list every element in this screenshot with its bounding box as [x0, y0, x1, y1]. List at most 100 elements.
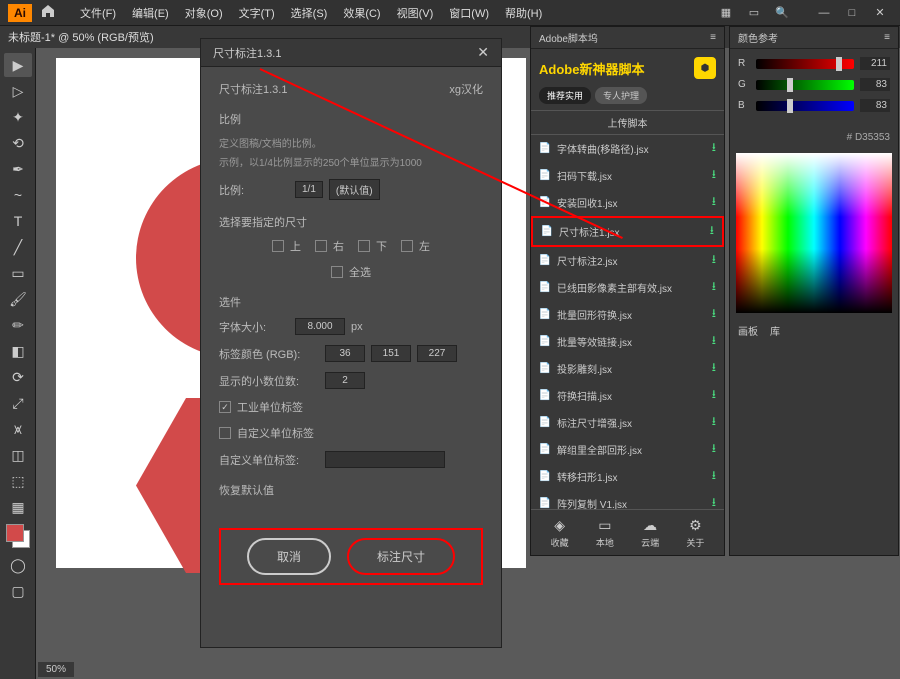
magic-wand-tool[interactable]: ✦ — [4, 105, 32, 129]
panel-menu-icon[interactable]: ≡ — [710, 32, 716, 43]
paintbrush-tool[interactable]: 🖌 — [4, 287, 32, 311]
script-item[interactable]: 📄扫码下载.jsx⭳ — [531, 162, 724, 189]
industrial-units-checkbox[interactable] — [219, 401, 231, 413]
script-item[interactable]: 📄字体转曲(移路径).jsx⭳ — [531, 135, 724, 162]
download-icon[interactable]: ⭳ — [712, 304, 716, 325]
ratio-default-select[interactable]: (默认值) — [329, 179, 380, 200]
r-slider[interactable] — [756, 59, 854, 69]
favorites-button[interactable]: ◈收藏 — [551, 516, 569, 549]
download-icon[interactable]: ⭳ — [712, 412, 716, 433]
g-slider[interactable] — [756, 80, 854, 90]
cancel-button[interactable]: 取消 — [247, 538, 331, 575]
download-icon[interactable]: ⭳ — [712, 331, 716, 352]
dialog-close-button[interactable]: ✕ — [477, 44, 489, 61]
dim-right-checkbox[interactable] — [315, 240, 327, 252]
scripts-tab-personal[interactable]: 专人护理 — [595, 87, 647, 104]
selection-tool[interactable]: ▶ — [4, 53, 32, 77]
script-item[interactable]: 📄标注尺寸增强.jsx⭳ — [531, 409, 724, 436]
menu-type[interactable]: 文字(T) — [231, 5, 283, 21]
scripts-list[interactable]: 📄字体转曲(移路径).jsx⭳📄扫码下载.jsx⭳📄安装回收1.jsx⭳📄尺寸标… — [531, 135, 724, 509]
shape-builder-tool[interactable]: ⬚ — [4, 469, 32, 493]
menu-view[interactable]: 视图(V) — [389, 5, 442, 21]
local-button[interactable]: ▭本地 — [596, 516, 614, 549]
script-item[interactable]: 📄批量回形符换.jsx⭳ — [531, 301, 724, 328]
close-button[interactable]: ✕ — [868, 4, 892, 22]
menu-window[interactable]: 窗口(W) — [441, 5, 497, 21]
menu-file[interactable]: 文件(F) — [72, 5, 124, 21]
download-icon[interactable]: ⭳ — [712, 277, 716, 298]
screen-mode-icon[interactable]: ▢ — [4, 579, 32, 603]
ratio-select[interactable]: 1/1 — [295, 181, 323, 198]
font-size-input[interactable] — [295, 318, 345, 335]
download-icon[interactable]: ⭳ — [712, 250, 716, 271]
menu-select[interactable]: 选择(S) — [283, 5, 336, 21]
swatches-tab[interactable]: 画板 — [738, 323, 758, 338]
download-icon[interactable]: ⭳ — [712, 192, 716, 213]
custom-units-input[interactable] — [325, 451, 445, 468]
custom-units-checkbox[interactable] — [219, 427, 231, 439]
search-icon[interactable]: 🔍 — [772, 3, 792, 23]
download-icon[interactable]: ⭳ — [712, 493, 716, 509]
label-r-input[interactable] — [325, 345, 365, 362]
pen-tool[interactable]: ✒ — [4, 157, 32, 181]
dim-all-checkbox[interactable] — [331, 266, 343, 278]
script-item[interactable]: 📄转移扫形1.jsx⭳ — [531, 463, 724, 490]
script-item[interactable]: 📄已线田影像素主部有效.jsx⭳ — [531, 274, 724, 301]
confirm-button[interactable]: 标注尺寸 — [347, 538, 455, 575]
scripts-tab-recommended[interactable]: 推荐实用 — [539, 87, 591, 104]
document-tab[interactable]: 未标题-1* @ 50% (RGB/预览) — [8, 29, 154, 45]
menu-edit[interactable]: 编辑(E) — [124, 5, 177, 21]
download-icon[interactable]: ⭳ — [712, 385, 716, 406]
label-g-input[interactable] — [371, 345, 411, 362]
width-tool[interactable]: ⩙ — [4, 417, 32, 441]
shaper-tool[interactable]: ✏ — [4, 313, 32, 337]
cloud-button[interactable]: ☁云端 — [641, 516, 659, 549]
download-icon[interactable]: ⭳ — [712, 138, 716, 159]
about-button[interactable]: ⚙关于 — [686, 516, 704, 549]
type-tool[interactable]: T — [4, 209, 32, 233]
script-item[interactable]: 📄尺寸标注2.jsx⭳ — [531, 247, 724, 274]
download-icon[interactable]: ⭳ — [712, 165, 716, 186]
direct-selection-tool[interactable]: ▷ — [4, 79, 32, 103]
arrange-icon[interactable]: ▭ — [744, 3, 764, 23]
download-icon[interactable]: ⭳ — [712, 358, 716, 379]
curvature-tool[interactable]: ~ — [4, 183, 32, 207]
menu-help[interactable]: 帮助(H) — [497, 5, 550, 21]
home-icon[interactable] — [40, 3, 60, 23]
b-value[interactable]: 83 — [860, 99, 890, 112]
script-item[interactable]: 📄批量等效链接.jsx⭳ — [531, 328, 724, 355]
dim-bottom-checkbox[interactable] — [358, 240, 370, 252]
download-icon[interactable]: ⭳ — [712, 439, 716, 460]
minimize-button[interactable]: — — [812, 4, 836, 22]
dim-top-checkbox[interactable] — [272, 240, 284, 252]
lasso-tool[interactable]: ⟲ — [4, 131, 32, 155]
download-icon[interactable]: ⭳ — [712, 466, 716, 487]
workspace-icon[interactable]: ▦ — [716, 3, 736, 23]
maximize-button[interactable]: □ — [840, 4, 864, 22]
scale-tool[interactable]: ⤢ — [4, 391, 32, 415]
rectangle-tool[interactable]: ▭ — [4, 261, 32, 285]
script-item[interactable]: 📄投影雕刻.jsx⭳ — [531, 355, 724, 382]
download-icon[interactable]: ⭳ — [710, 221, 714, 242]
decimals-input[interactable] — [325, 372, 365, 389]
r-value[interactable]: 211 — [860, 57, 890, 70]
rotate-tool[interactable]: ⟳ — [4, 365, 32, 389]
line-tool[interactable]: ╱ — [4, 235, 32, 259]
free-transform-tool[interactable]: ◫ — [4, 443, 32, 467]
script-item[interactable]: 📄安装回收1.jsx⭳ — [531, 189, 724, 216]
label-b-input[interactable] — [417, 345, 457, 362]
zoom-level[interactable]: 50% — [38, 662, 74, 677]
menu-object[interactable]: 对象(O) — [177, 5, 231, 21]
script-item[interactable]: 📄符换扫描.jsx⭳ — [531, 382, 724, 409]
draw-mode-icon[interactable]: ◯ — [4, 553, 32, 577]
dim-left-checkbox[interactable] — [401, 240, 413, 252]
script-item[interactable]: 📄尺寸标注1.jsx⭳ — [531, 216, 724, 247]
color-spectrum[interactable] — [736, 153, 892, 313]
libraries-tab[interactable]: 库 — [770, 323, 780, 338]
hex-value[interactable]: # D35353 — [730, 128, 898, 147]
color-swatch[interactable] — [6, 524, 30, 548]
script-item[interactable]: 📄解组里全部回形.jsx⭳ — [531, 436, 724, 463]
g-value[interactable]: 83 — [860, 78, 890, 91]
fill-color[interactable] — [6, 524, 24, 542]
menu-effect[interactable]: 效果(C) — [335, 5, 388, 21]
